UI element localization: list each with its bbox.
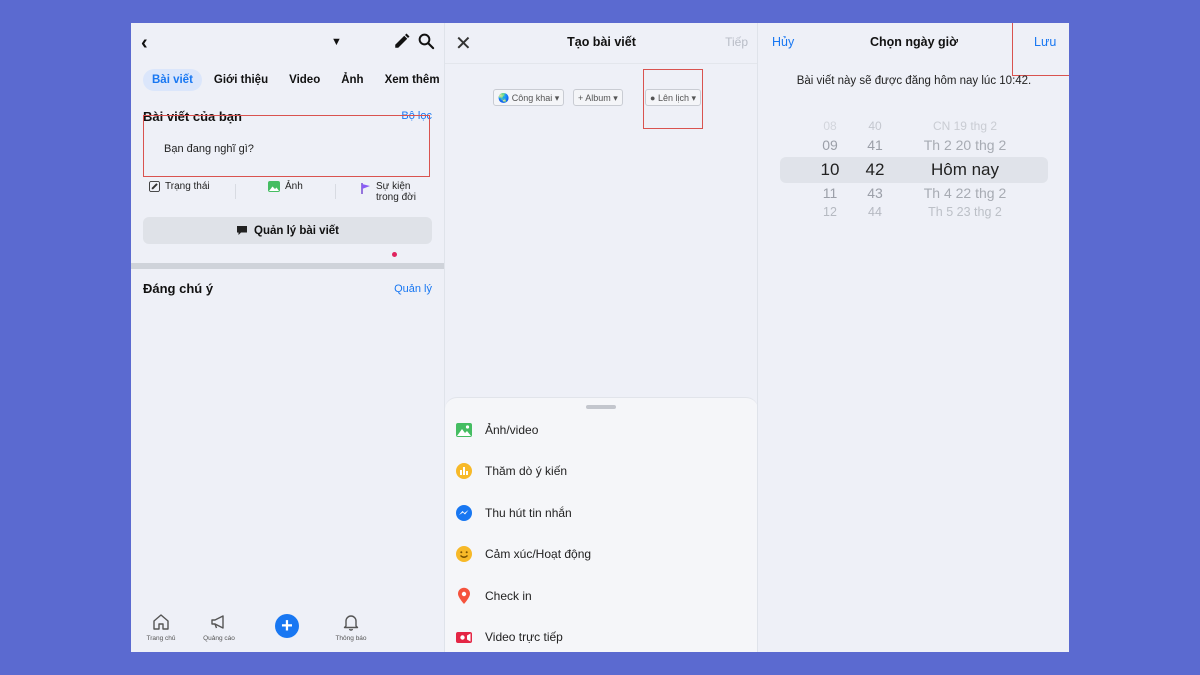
- flag-icon: [361, 183, 370, 194]
- notable-title: Đáng chú ý: [143, 281, 214, 296]
- album-selector[interactable]: + Album ▾: [573, 89, 623, 106]
- picker-day: Th 2 20 thg 2: [923, 137, 1007, 153]
- life-event-action[interactable]: Sự kiện trong đời: [361, 181, 426, 203]
- create-post-panel: ✕ Tạo bài viết Tiếp 🌏 Công khai ▾ + Albu…: [444, 23, 758, 652]
- chevron-down-icon: ▾: [554, 93, 560, 103]
- sheet-item-live-video[interactable]: Video trực tiếp: [455, 625, 563, 649]
- picker-row[interactable]: 08 40 CN 19 thg 2: [780, 119, 1048, 139]
- picker-hour: 09: [822, 137, 838, 153]
- nav-home-label: Trang chủ: [146, 635, 176, 642]
- nav-notifications[interactable]: Thông báo: [326, 612, 376, 642]
- status-action-label: Trạng thái: [165, 181, 210, 192]
- sheet-item-label: Check in: [485, 589, 532, 603]
- tab-about[interactable]: Giới thiệu: [205, 69, 277, 91]
- photo-action-label: Ảnh: [285, 181, 303, 192]
- picker-row[interactable]: 12 44 Th 5 23 thg 2: [780, 205, 1048, 225]
- tab-posts[interactable]: Bài viết: [143, 69, 202, 91]
- live-video-icon: [456, 632, 472, 643]
- tab-photos[interactable]: Ảnh: [332, 69, 372, 91]
- profile-header: ‹ ▼: [131, 23, 444, 63]
- messenger-icon: [456, 505, 472, 521]
- picker-hour: 11: [822, 185, 838, 201]
- sheet-item-label: Thăm dò ý kiến: [485, 464, 568, 478]
- tab-more[interactable]: Xem thêm: [376, 69, 444, 91]
- picker-hour: 12: [823, 205, 837, 219]
- schedule-highlight-box: [643, 69, 703, 129]
- chevron-down-icon: ▾: [613, 93, 618, 103]
- picker-row-selected[interactable]: 10 42 Hôm nay: [780, 160, 1048, 180]
- sheet-item-checkin[interactable]: Check in: [455, 584, 532, 608]
- sheet-item-label: Video trực tiếp: [485, 630, 563, 644]
- emoji-icon: [456, 546, 472, 562]
- nav-notifications-label: Thông báo: [335, 635, 367, 642]
- bottom-nav: Trang chủ Quảng cáo + Thông báo: [131, 608, 444, 652]
- picker-day: Th 4 22 thg 2: [923, 185, 1007, 201]
- picker-minute: 42: [865, 160, 885, 179]
- photo-icon: [268, 181, 280, 192]
- schedule-description: Bài viết này sẽ được đăng hôm nay lúc 10…: [796, 75, 1032, 87]
- sheet-item-label: Thu hút tin nhắn: [485, 506, 572, 520]
- compose-actions: Trạng thái Ảnh Sự kiện trong đời: [143, 181, 433, 203]
- sheet-item-poll[interactable]: Thăm dò ý kiến: [455, 459, 567, 483]
- picker-minute: 44: [868, 205, 882, 219]
- chevron-down-icon[interactable]: ▼: [331, 36, 342, 48]
- audience-label: Công khai: [511, 93, 553, 103]
- sheet-item-messages[interactable]: Thu hút tin nhắn: [455, 501, 572, 525]
- photo-action[interactable]: Ảnh: [268, 181, 303, 192]
- picker-row[interactable]: 09 41 Th 2 20 thg 2: [780, 137, 1048, 157]
- save-highlight-box: [1012, 23, 1069, 76]
- sheet-drag-handle[interactable]: [586, 405, 616, 409]
- post-options-sheet: Ảnh/video Thăm dò ý kiến Thu hút tin nhắ…: [445, 397, 758, 652]
- profile-tabs: Bài viết Giới thiệu Video Ảnh Xem thêm: [143, 69, 444, 93]
- profile-panel: ‹ ▼ Bài viết Giới thiệu Video Ảnh Xem thêm B…: [131, 23, 444, 652]
- status-action[interactable]: Trạng thái: [149, 181, 210, 192]
- sheet-item-label: Cảm xúc/Hoạt động: [485, 547, 592, 561]
- manage-link[interactable]: Quản lý: [394, 283, 432, 295]
- nav-ads-label: Quảng cáo: [203, 635, 235, 642]
- audience-selector[interactable]: 🌏 Công khai ▾: [493, 89, 565, 106]
- notification-dot: [392, 252, 397, 257]
- location-pin-icon: [458, 587, 470, 604]
- edit-icon: [149, 181, 160, 192]
- sheet-item-photo-video[interactable]: Ảnh/video: [455, 418, 538, 442]
- picker-day: Th 5 23 thg 2: [928, 205, 1002, 219]
- header-divider: [445, 63, 758, 64]
- megaphone-icon: [211, 615, 224, 629]
- schedule-picker-panel: Hủy Chọn ngày giờ Lưu Bài viết này sẽ đư…: [757, 23, 1069, 652]
- picker-minute: 41: [867, 137, 883, 153]
- bell-icon: [343, 615, 359, 631]
- tab-video[interactable]: Video: [280, 69, 329, 91]
- search-icon[interactable]: [417, 32, 435, 50]
- next-button[interactable]: Tiếp: [725, 35, 748, 49]
- nav-home[interactable]: Trang chủ: [136, 612, 186, 642]
- manage-posts-label: Quản lý bài viết: [254, 224, 339, 237]
- picker-minute: 40: [868, 119, 882, 133]
- action-divider: [235, 184, 236, 199]
- picker-minute: 43: [867, 185, 883, 201]
- poll-icon: [456, 463, 472, 479]
- sheet-item-label: Ảnh/video: [485, 423, 539, 437]
- manage-posts-button[interactable]: Quản lý bài viết: [143, 217, 432, 244]
- sheet-item-feeling[interactable]: Cảm xúc/Hoạt động: [455, 542, 591, 566]
- screenshot-frame: ‹ ▼ Bài viết Giới thiệu Video Ảnh Xem thêm B…: [131, 23, 1069, 652]
- create-post-title: Tạo bài viết: [567, 35, 636, 49]
- section-divider: [131, 263, 444, 269]
- pencil-icon[interactable]: [393, 32, 411, 50]
- globe-icon: 🌏: [498, 93, 510, 103]
- picker-hour: 08: [823, 119, 837, 133]
- picker-hour: 10: [820, 160, 840, 179]
- picker-day: CN 19 thg 2: [932, 119, 998, 133]
- photo-video-icon: [456, 423, 472, 437]
- picker-day: Hôm nay: [930, 160, 1000, 179]
- action-divider: [335, 184, 336, 199]
- album-label: + Album: [578, 93, 611, 103]
- home-icon: [153, 614, 169, 630]
- nav-ads[interactable]: Quảng cáo: [194, 612, 244, 642]
- chat-bubble-icon: [237, 226, 247, 235]
- picker-row[interactable]: 11 43 Th 4 22 thg 2: [780, 185, 1048, 205]
- plus-icon[interactable]: +: [275, 614, 299, 638]
- life-event-action-label: Sự kiện trong đời: [376, 181, 416, 203]
- compose-placeholder[interactable]: Bạn đang nghĩ gì?: [164, 143, 254, 155]
- back-icon[interactable]: ‹: [141, 32, 148, 55]
